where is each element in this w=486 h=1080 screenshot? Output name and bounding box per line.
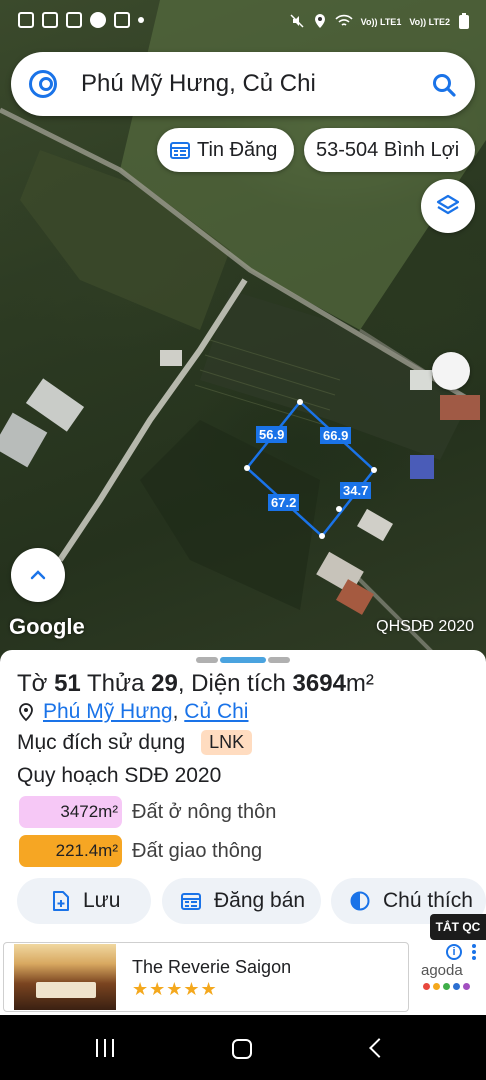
agoda-logo-dots [423, 983, 470, 990]
calendar-icon [181, 893, 201, 910]
plan-item-label: Đất ở nông thôn [132, 800, 277, 823]
gallery-icon [18, 12, 34, 28]
expand-up-button[interactable] [11, 548, 65, 602]
legend-button-label: Chú thích [383, 889, 473, 912]
app-screen: 56.9 66.9 67.2 34.7 Vo)) LTE1 Vo)) LTE2 … [0, 0, 486, 1080]
agoda-logo: agoda [421, 962, 463, 979]
ward-link[interactable]: Phú Mỹ Hưng [43, 700, 173, 724]
edge-length-label: 67.2 [268, 494, 300, 511]
parcel-info-sheet: Tờ 51 Thửa 29, Diện tích 3694m² Phú Mỹ H… [0, 650, 486, 1015]
area-value: 3694 [292, 670, 346, 697]
calendar-icon [170, 142, 190, 159]
location-row: Phú Mỹ Hưng, Củ Chi [17, 700, 248, 724]
mute-icon [289, 13, 305, 32]
plan-title: Quy hoạch SDĐ 2020 [17, 764, 222, 787]
rating-stars: ★★★★★ [132, 979, 218, 999]
plan-item-label: Đất giao thông [132, 839, 263, 862]
home-button[interactable] [232, 1039, 252, 1059]
back-button[interactable] [369, 1038, 389, 1058]
sheet-number: 51 [54, 670, 81, 697]
area-unit: m² [345, 670, 374, 697]
satellite-map[interactable]: 56.9 66.9 67.2 34.7 Vo)) LTE1 Vo)) LTE2 … [0, 0, 486, 660]
system-icons: Vo)) LTE1 Vo)) LTE2 [289, 12, 470, 33]
plan-item-area: 3472m² [19, 796, 122, 828]
sheet-prefix: Tờ [17, 670, 48, 697]
ad-banner[interactable]: The Reverie Saigon ★★★★★ [3, 942, 409, 1012]
search-bar[interactable]: Phú Mỹ Hưng, Củ Chi [11, 52, 475, 116]
listings-chip[interactable]: Tin Đăng [157, 128, 294, 172]
contrast-icon [350, 891, 370, 911]
lot-code-chip[interactable]: 53-504 Bình Lợi [304, 128, 475, 172]
parcel-title: Tờ 51 Thửa 29, Diện tích 3694m² [17, 670, 374, 698]
account-icon[interactable] [29, 70, 57, 98]
save-button[interactable]: Lưu [17, 878, 151, 924]
wifi-icon [335, 14, 353, 31]
district-link[interactable]: Củ Chi [184, 700, 248, 724]
lte2-signal: Vo)) LTE2 [409, 17, 450, 27]
battery-icon [458, 12, 470, 33]
location-separator: , [172, 700, 185, 723]
floating-assist-button[interactable] [432, 352, 470, 390]
sheet-handle[interactable] [196, 657, 218, 663]
google-attribution: Google [9, 614, 85, 639]
gallery-icon [42, 12, 58, 28]
plan-item-area: 221.4m² [19, 835, 122, 867]
layers-icon [436, 194, 460, 215]
lte1-signal: Vo)) LTE1 [360, 17, 402, 27]
facebook-icon [90, 12, 106, 28]
status-bar: Vo)) LTE1 Vo)) LTE2 [0, 0, 486, 46]
sheet-handle[interactable] [268, 657, 290, 663]
recent-apps-button[interactable] [96, 1039, 114, 1057]
layers-button[interactable] [421, 179, 475, 233]
ad-more-options-icon[interactable] [472, 944, 476, 960]
chevron-up-icon [30, 570, 46, 580]
sheet-handle-active[interactable] [220, 657, 266, 663]
edge-length-label: 56.9 [256, 426, 288, 443]
ad-info-icon[interactable]: i [446, 944, 462, 960]
listings-chip-label: Tin Đăng [197, 138, 278, 161]
search-icon[interactable] [431, 72, 456, 97]
purpose-code-badge: LNK [201, 730, 253, 755]
more-notifications-icon [138, 17, 144, 23]
map-layer-label: QHSDĐ 2020 [376, 618, 474, 635]
gmail-icon [114, 12, 130, 28]
hotel-room-image [14, 944, 116, 1010]
hide-ads-button[interactable]: TẮT QC [430, 914, 486, 940]
plot-prefix: Thửa [87, 670, 145, 697]
ad-title: The Reverie Saigon [132, 957, 292, 977]
location-icon [313, 13, 327, 32]
location-pin-icon [19, 703, 33, 722]
area-prefix: , Diện tích [177, 670, 286, 697]
image-icon [66, 12, 82, 28]
edge-length-label: 34.7 [340, 482, 372, 499]
edge-length-label: 66.9 [320, 427, 352, 444]
system-nav-bar [0, 1015, 486, 1080]
purpose-label: Mục đích sử dụng [17, 730, 186, 754]
save-button-label: Lưu [83, 889, 121, 912]
add-file-icon [53, 891, 69, 911]
post-sale-button[interactable]: Đăng bán [162, 878, 321, 924]
lot-code-label: 53-504 Bình Lợi [316, 138, 460, 161]
plan-item: 3472m² Đất ở nông thôn [19, 796, 276, 828]
plot-number: 29 [151, 670, 178, 697]
land-use-purpose-row: Mục đích sử dụng LNK [17, 730, 253, 755]
notification-icons [18, 12, 144, 28]
search-input[interactable]: Phú Mỹ Hưng, Củ Chi [81, 70, 316, 98]
post-sale-button-label: Đăng bán [214, 889, 306, 912]
plan-item: 221.4m² Đất giao thông [19, 835, 262, 867]
